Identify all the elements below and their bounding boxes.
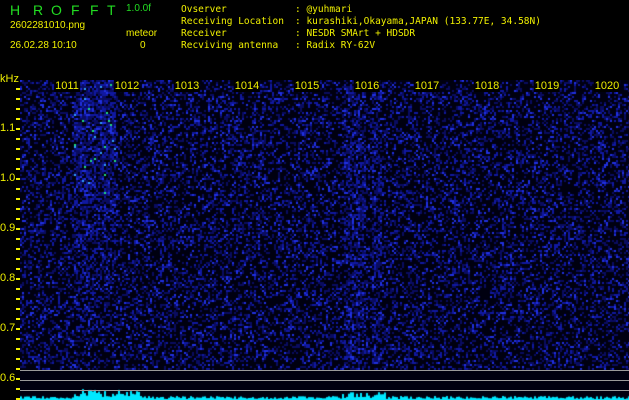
y-axis-unit: kHz [0,73,19,85]
x-tick-label: 1019 [533,80,561,92]
y-tick-mark [16,238,20,240]
x-tick-label: 1014 [233,80,261,92]
y-tick-mark [16,128,20,130]
y-tick-mark [16,278,20,280]
y-tick-mark [16,338,20,340]
x-tick-label: 1017 [413,80,441,92]
y-tick-mark [16,98,20,100]
title-letter: R [33,2,44,18]
x-tick-label: 1011 [54,80,80,92]
y-tick-mark [16,348,20,350]
observer-value: @yuhmari [306,4,353,15]
y-tick-mark [16,268,20,270]
y-tick-label: 0.6 [0,372,16,384]
y-tick-mark [16,138,20,140]
y-tick-mark [16,298,20,300]
y-tick-label: 0.9 [0,222,16,234]
y-tick-label: 1.1 [0,122,16,134]
y-tick-mark [16,258,20,260]
reference-line [20,380,629,381]
title-letter: T [107,2,116,18]
info-label-observer: Ovserver [181,4,227,15]
datetime-label: 26.02.28 10:10 [10,40,77,51]
version-label: 1.0.0f [126,3,152,14]
reference-line [20,370,629,371]
x-tick-label: 1018 [473,80,501,92]
info-value-antenna: : Radix RY-62V [295,40,376,51]
antenna-value: Radix RY-62V [306,40,376,51]
y-tick-mark [16,188,20,190]
meteor-count: 0 [140,40,146,51]
title-letter: F [71,2,80,18]
info-label-location: Receiving Location [181,16,284,27]
info-value-location: : kurashiki,Okayama,JAPAN (133.77E, 34.5… [295,16,541,27]
x-tick-label: 1012 [113,80,141,92]
y-tick-mark [16,288,20,290]
y-tick-mark [16,248,20,250]
waterfall-spectrogram [20,80,629,400]
info-value-receiver: : NESDR SMArt + HDSDR [295,28,416,39]
y-tick-mark [16,148,20,150]
y-tick-mark [16,108,20,110]
y-tick-mark [16,378,20,380]
y-tick-mark [16,308,20,310]
x-tick-label: 1015 [293,80,321,92]
y-tick-mark [16,368,20,370]
y-tick-mark [16,328,20,330]
info-value-observer: : @yuhmari [295,4,353,15]
reference-line [20,390,629,391]
y-tick-mark [16,118,20,120]
y-tick-mark [16,198,20,200]
y-tick-mark [16,218,20,220]
y-tick-mark [16,228,20,230]
y-tick-mark [16,388,20,390]
y-tick-mark [16,208,20,210]
title-letter: H [10,2,21,18]
info-label-antenna: Recviving antenna [181,40,279,51]
filename-label: 2602281010.png [10,20,86,31]
receiver-value: NESDR SMArt + HDSDR [306,28,416,39]
title-letter: O [51,2,62,18]
y-tick-mark [16,318,20,320]
y-tick-label: 0.8 [0,272,16,284]
y-tick-mark [16,358,20,360]
y-tick-mark [16,88,20,90]
y-tick-label: 1.0 [0,172,16,184]
x-tick-label: 1016 [353,80,381,92]
y-tick-mark [16,178,20,180]
info-label-receiver: Receiver [181,28,227,39]
title-letter: F [90,2,99,18]
x-tick-label: 1020 [593,80,621,92]
meteor-label: meteor [126,28,158,39]
y-tick-mark [16,168,20,170]
location-value: kurashiki,Okayama,JAPAN (133.77E, 34.58N… [306,16,541,27]
x-tick-label: 1013 [173,80,201,92]
y-tick-mark [16,158,20,160]
y-tick-label: 0.7 [0,322,16,334]
